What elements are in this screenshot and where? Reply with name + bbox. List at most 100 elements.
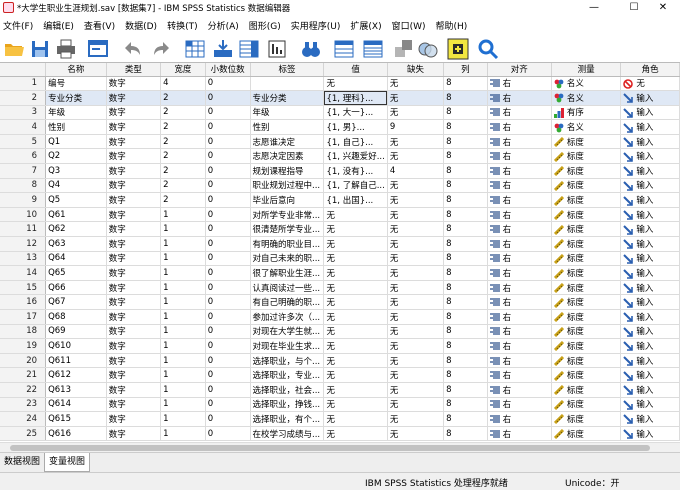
cell-name[interactable]: Q614: [45, 397, 107, 413]
cell-width[interactable]: 1: [160, 353, 206, 369]
variable-row[interactable]: 1 编号 数字 4 0 无无 8 右名义无: [0, 76, 680, 92]
cell-name[interactable]: Q1: [45, 134, 107, 150]
cell-role[interactable]: 输入: [620, 221, 680, 238]
cell-type[interactable]: 数字: [106, 294, 162, 310]
cell-measure[interactable]: 名义: [551, 76, 622, 92]
col-header-align[interactable]: 对齐: [487, 63, 552, 77]
cell-decimals[interactable]: 0: [205, 251, 251, 267]
row-number[interactable]: 17: [0, 309, 47, 325]
cell-type[interactable]: 数字: [106, 338, 162, 354]
cell-decimals[interactable]: 0: [205, 105, 251, 121]
cell-decimals[interactable]: 0: [205, 148, 251, 165]
cell-missing[interactable]: 无: [387, 426, 445, 442]
cell-align[interactable]: 右: [487, 338, 552, 354]
row-number[interactable]: 22: [0, 382, 47, 398]
cell-values[interactable]: 无: [323, 221, 388, 238]
cell-name[interactable]: Q2: [45, 148, 107, 165]
cell-values[interactable]: 无: [323, 76, 388, 92]
cell-values[interactable]: 无: [323, 367, 388, 383]
cell-type[interactable]: 数字: [106, 105, 162, 121]
cell-missing[interactable]: 无: [387, 178, 445, 194]
cell-align[interactable]: 右: [487, 324, 552, 340]
cell-measure[interactable]: 标度: [551, 207, 622, 223]
cell-values[interactable]: {1, 自己}...: [323, 134, 388, 150]
cell-label[interactable]: 很了解职业生涯...: [250, 265, 325, 281]
cell-align[interactable]: 右: [487, 367, 552, 383]
run-descriptives-icon[interactable]: [266, 38, 288, 60]
cell-width[interactable]: 1: [160, 251, 206, 267]
cell-width[interactable]: 1: [160, 207, 206, 223]
cell-columns[interactable]: 8: [443, 294, 488, 310]
cell-role[interactable]: 输入: [620, 367, 680, 383]
cell-decimals[interactable]: 0: [205, 236, 251, 252]
cell-align[interactable]: 右: [487, 119, 552, 135]
corner-cell[interactable]: [0, 63, 47, 77]
cell-width[interactable]: 1: [160, 294, 206, 310]
cell-missing[interactable]: 4: [387, 163, 445, 179]
cell-decimals[interactable]: 0: [205, 324, 251, 340]
cell-label[interactable]: 在校学习成绩与...: [250, 426, 325, 442]
cell-label[interactable]: 对现在大学生就...: [250, 324, 325, 340]
cell-type[interactable]: 数字: [106, 309, 162, 325]
cell-label[interactable]: 选择职业，有个...: [250, 411, 325, 427]
cell-measure[interactable]: 标度: [551, 163, 622, 179]
cell-label[interactable]: 毕业后意向: [250, 192, 325, 208]
cell-width[interactable]: 1: [160, 280, 206, 296]
cell-missing[interactable]: 无: [387, 397, 445, 413]
cell-missing[interactable]: 无: [387, 367, 445, 383]
cell-type[interactable]: 数字: [106, 397, 162, 413]
cell-role[interactable]: 输入: [620, 309, 680, 325]
cell-columns[interactable]: 8: [443, 148, 488, 165]
cell-role[interactable]: 输入: [620, 426, 680, 442]
cell-width[interactable]: 2: [160, 119, 206, 135]
row-number[interactable]: 25: [0, 426, 47, 442]
cell-name[interactable]: Q612: [45, 367, 107, 383]
cell-columns[interactable]: 8: [443, 251, 488, 267]
find-binoculars-icon[interactable]: [300, 38, 322, 60]
cell-name[interactable]: Q64: [45, 251, 107, 267]
row-number[interactable]: 14: [0, 265, 47, 281]
cell-role[interactable]: 输入: [620, 236, 680, 252]
row-number[interactable]: 5: [0, 134, 47, 150]
cell-columns[interactable]: 8: [443, 76, 488, 92]
cell-name[interactable]: Q69: [45, 324, 107, 340]
cell-width[interactable]: 2: [160, 148, 206, 165]
cell-width[interactable]: 1: [160, 382, 206, 398]
cell-missing[interactable]: 无: [387, 105, 445, 121]
cell-name[interactable]: Q65: [45, 265, 107, 281]
go-to-case-icon[interactable]: [184, 38, 206, 60]
cell-columns[interactable]: 8: [443, 90, 488, 106]
cell-align[interactable]: 右: [487, 382, 552, 398]
cell-decimals[interactable]: 0: [205, 426, 251, 442]
cell-role[interactable]: 输入: [620, 148, 680, 165]
cell-decimals[interactable]: 0: [205, 207, 251, 223]
variable-row[interactable]: 16 Q67 数字 1 0 有自己明确的职... 无无 8 右标度 输入: [0, 294, 680, 310]
cell-decimals[interactable]: 0: [205, 119, 251, 135]
cell-label[interactable]: 有自己明确的职...: [250, 294, 325, 310]
variable-row[interactable]: 2 专业分类 数字 2 0 专业分类 {1, 理科}... 无 8 右名义 输入: [0, 90, 680, 106]
variable-row[interactable]: 21 Q612 数字 1 0 选择职业，专业... 无无 8 右标度 输入: [0, 367, 680, 383]
cell-align[interactable]: 右: [487, 236, 552, 252]
menu-file[interactable]: 文件(F): [0, 19, 36, 32]
cell-decimals[interactable]: 0: [205, 397, 251, 413]
cell-type[interactable]: 数字: [106, 178, 162, 194]
variable-row[interactable]: 23 Q614 数字 1 0 选择职业，挣钱... 无无 8 右标度 输入: [0, 397, 680, 413]
cell-measure[interactable]: 标度: [551, 367, 622, 383]
row-number[interactable]: 10: [0, 207, 47, 223]
cell-role[interactable]: 输入: [620, 280, 680, 296]
cell-label[interactable]: 志愿谁决定: [250, 134, 325, 150]
cell-align[interactable]: 右: [487, 105, 552, 121]
cell-columns[interactable]: 8: [443, 382, 488, 398]
cell-decimals[interactable]: 0: [205, 76, 251, 92]
variable-row[interactable]: 12 Q63 数字 1 0 有明确的职业目... 无无 8 右标度 输入: [0, 236, 680, 252]
cell-type[interactable]: 数字: [106, 163, 162, 179]
cell-name[interactable]: Q611: [45, 353, 107, 369]
variables-icon[interactable]: [238, 38, 260, 60]
cell-width[interactable]: 1: [160, 426, 206, 442]
menu-graphs[interactable]: 图形(G): [246, 19, 284, 32]
cell-missing[interactable]: 无: [387, 148, 445, 165]
cell-missing[interactable]: 无: [387, 338, 445, 354]
cell-align[interactable]: 右: [487, 265, 552, 281]
variable-row[interactable]: 8 Q4 数字 2 0 职业规划过程中... {1, 了解自己... 无 8 右标度 输入: [0, 178, 680, 194]
split-file-icon[interactable]: [362, 38, 384, 60]
